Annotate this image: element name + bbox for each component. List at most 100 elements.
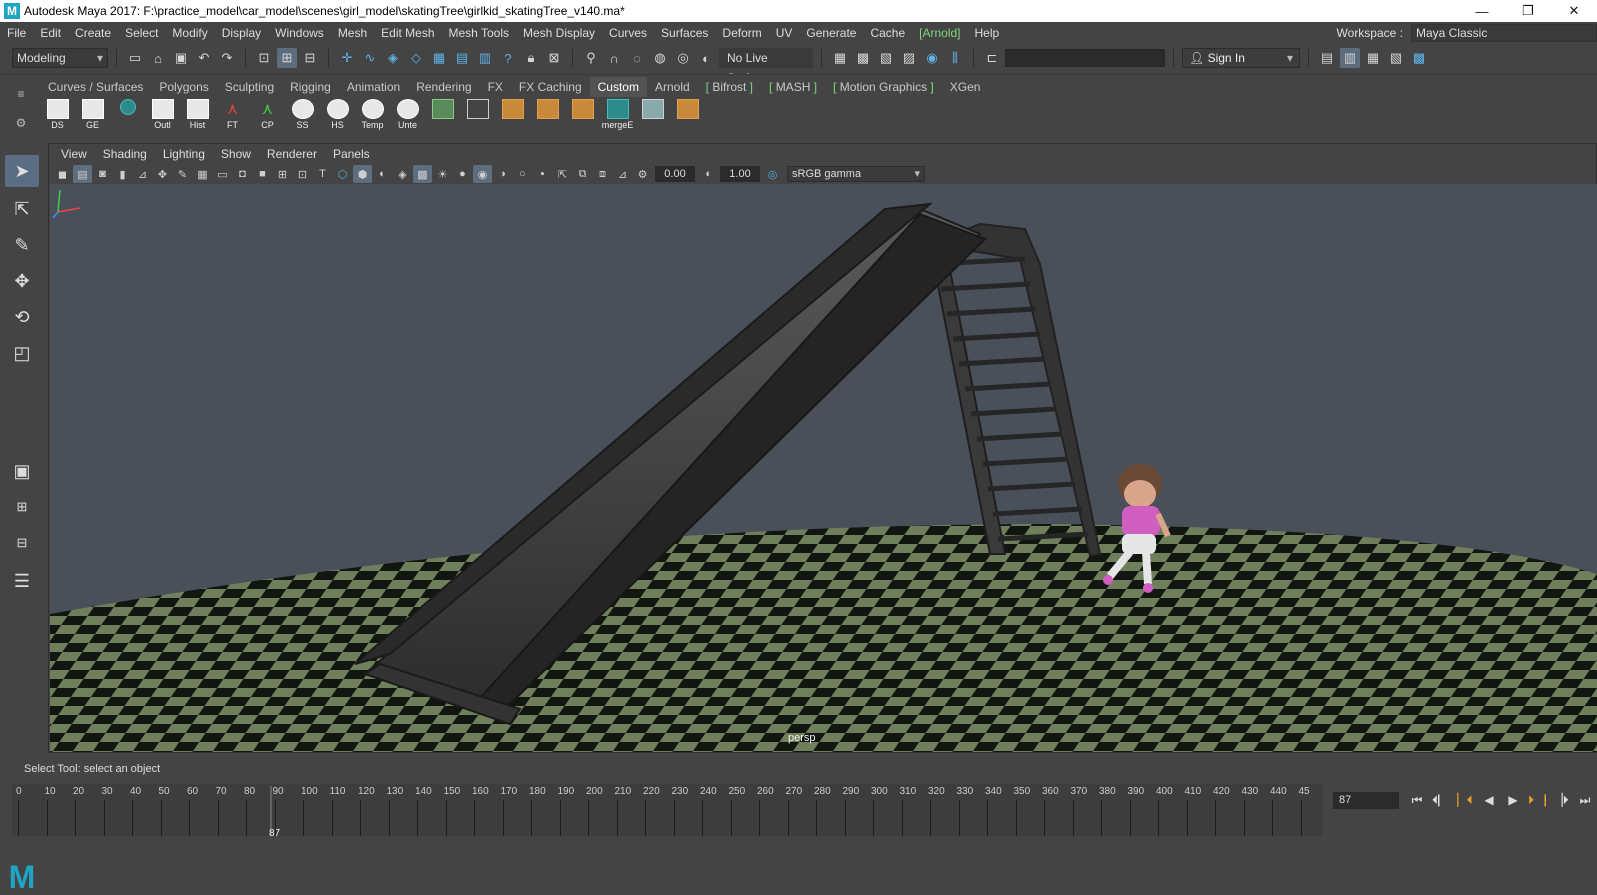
render-frame-icon[interactable]: ▩: [853, 48, 873, 68]
render-settings-icon[interactable]: ▨: [899, 48, 919, 68]
input-line-field[interactable]: [1005, 49, 1165, 67]
snap-curve-icon[interactable]: ∿: [360, 48, 380, 68]
step-back-key-icon[interactable]: ▏⏴: [1456, 790, 1474, 810]
gate-mask-icon[interactable]: ■: [253, 165, 272, 183]
shelf-button-ss[interactable]: SS: [287, 99, 318, 131]
panel-menu-view[interactable]: View: [53, 147, 95, 161]
shelf-tab-xgen[interactable]: XGen: [942, 77, 989, 97]
wireframe-icon[interactable]: ⬡: [333, 165, 352, 183]
menu-arnold[interactable]: [Arnold]: [912, 26, 967, 40]
snap-view-plane-icon[interactable]: ◇: [406, 48, 426, 68]
shelf-button-combine[interactable]: [567, 99, 598, 131]
select-object-icon[interactable]: ⊞: [277, 48, 297, 68]
play-forward-icon[interactable]: ▶: [1504, 790, 1522, 810]
shelf-tab-sculpting[interactable]: Sculpting: [217, 77, 282, 97]
menu-deform[interactable]: Deform: [715, 26, 768, 40]
soft-select-icon[interactable]: ◎: [673, 48, 693, 68]
paint-select-tool-icon[interactable]: ✎: [5, 229, 39, 261]
shadows-icon[interactable]: ●: [453, 165, 472, 183]
reflection-icon[interactable]: ◐: [696, 48, 716, 68]
isolate-select-icon[interactable]: ⇱: [553, 165, 572, 183]
shelf-tab-bifrost[interactable]: [ Bifrost ]: [698, 77, 761, 97]
menu-help[interactable]: Help: [968, 26, 1007, 40]
panel-menu-panels[interactable]: Panels: [325, 147, 378, 161]
exposure-field[interactable]: 0.00: [655, 166, 695, 182]
panel-menu-show[interactable]: Show: [213, 147, 259, 161]
arnold-render-icon[interactable]: ⫼: [945, 48, 965, 68]
shelf-tab-mash[interactable]: [ MASH ]: [761, 77, 825, 97]
menu-generate[interactable]: Generate: [799, 26, 863, 40]
camera-bookmark-icon[interactable]: ◙: [93, 165, 112, 183]
symmetry-icon[interactable]: ▥: [475, 48, 495, 68]
menu-display[interactable]: Display: [215, 26, 268, 40]
screen-space-ao-icon[interactable]: ◉: [473, 165, 492, 183]
shelf-button-unte[interactable]: Unte: [392, 99, 423, 131]
channel-box-icon[interactable]: ▧: [1386, 48, 1406, 68]
gamma-icon[interactable]: ◖: [698, 165, 717, 183]
shelf-button-extrude[interactable]: [497, 99, 528, 131]
help-icon[interactable]: ?: [498, 48, 518, 68]
shelf-button-merge[interactable]: mergeE: [602, 99, 633, 131]
menu-create[interactable]: Create: [68, 26, 118, 40]
move-tool-icon[interactable]: ✥: [5, 265, 39, 297]
view-transform-select[interactable]: sRGB gamma: [787, 166, 925, 182]
attribute-editor-icon[interactable]: ▥: [1340, 48, 1360, 68]
shelf-button-slide[interactable]: [672, 99, 703, 131]
minimize-button[interactable]: —: [1459, 0, 1505, 22]
color-management-icon[interactable]: ◎: [763, 165, 782, 183]
shelf-menu-icon[interactable]: ≡: [17, 87, 24, 101]
menu-select[interactable]: Select: [118, 26, 165, 40]
menu-cache[interactable]: Cache: [863, 26, 912, 40]
resolution-gate-icon[interactable]: ◘: [233, 165, 252, 183]
menu-modify[interactable]: Modify: [165, 26, 214, 40]
ipr-render-icon[interactable]: ▧: [876, 48, 896, 68]
shelf-button-outliner[interactable]: Outl: [147, 99, 178, 131]
paint-select-icon[interactable]: ◍: [650, 48, 670, 68]
bookmark-icon[interactable]: ▮: [113, 165, 132, 183]
camera-icon[interactable]: ◼: [53, 165, 72, 183]
render-view-icon[interactable]: ▦: [830, 48, 850, 68]
undo-icon[interactable]: ↶: [194, 48, 214, 68]
live-surface-field[interactable]: No Live Surface: [719, 48, 813, 85]
redo-icon[interactable]: ↷: [217, 48, 237, 68]
menu-file[interactable]: File: [0, 26, 33, 40]
shelf-button-circle[interactable]: [112, 99, 143, 131]
textured-icon[interactable]: ▩: [413, 165, 432, 183]
workspace-select[interactable]: Maya Classic: [1411, 24, 1597, 42]
smooth-shade-icon[interactable]: ⬢: [353, 165, 372, 183]
time-ruler[interactable]: 87 0102030405060708090100110120130140150…: [12, 784, 1322, 839]
menu-windows[interactable]: Windows: [268, 26, 331, 40]
step-forward-frame-icon[interactable]: ▕⏵: [1552, 790, 1570, 810]
sign-in-button[interactable]: 👤︎ Sign In: [1182, 48, 1300, 68]
select-lock-icon[interactable]: ⊠: [544, 48, 564, 68]
shelf-button-bevel[interactable]: [532, 99, 563, 131]
step-forward-key-icon[interactable]: ⏵▕: [1528, 790, 1546, 810]
construction-history-icon[interactable]: ⚲: [581, 48, 601, 68]
select-component-icon[interactable]: ⊟: [300, 48, 320, 68]
menu-uv[interactable]: UV: [769, 26, 800, 40]
menu-mesh[interactable]: Mesh: [331, 26, 374, 40]
shelf-tab-polygons[interactable]: Polygons: [151, 77, 216, 97]
shelf-button-ds[interactable]: DS: [42, 99, 73, 131]
panel-menu-shading[interactable]: Shading: [95, 147, 155, 161]
xray-icon[interactable]: ⧉: [573, 165, 592, 183]
xray-active-icon[interactable]: ⧈: [593, 165, 612, 183]
menu-set-select[interactable]: Modeling: [12, 48, 108, 68]
shelf-tab-rendering[interactable]: Rendering: [408, 77, 479, 97]
menu-edit-mesh[interactable]: Edit Mesh: [374, 26, 441, 40]
safe-action-icon[interactable]: ⊡: [293, 165, 312, 183]
shelf-tab-motion-graphics[interactable]: [ Motion Graphics ]: [825, 77, 942, 97]
safe-title-icon[interactable]: T: [313, 165, 332, 183]
shelf-tab-curves-surfaces[interactable]: Curves / Surfaces: [40, 77, 151, 97]
go-to-start-icon[interactable]: ⏮: [1408, 790, 1426, 810]
rotate-tool-icon[interactable]: ⟲: [5, 301, 39, 333]
four-pane-layout-icon[interactable]: ⊞: [5, 491, 39, 523]
shelf-button-freeze-transform[interactable]: ⋏ FT: [217, 99, 248, 131]
snap-point-icon[interactable]: ◈: [383, 48, 403, 68]
panel-menu-renderer[interactable]: Renderer: [259, 147, 325, 161]
shelf-settings-icon[interactable]: ⚙︎: [16, 116, 27, 130]
shelf-button-history[interactable]: Hist: [182, 99, 213, 131]
make-live-icon[interactable]: ▦: [429, 48, 449, 68]
single-pane-layout-icon[interactable]: ▣: [5, 455, 39, 487]
lasso-tool-icon[interactable]: ⇱: [5, 193, 39, 225]
